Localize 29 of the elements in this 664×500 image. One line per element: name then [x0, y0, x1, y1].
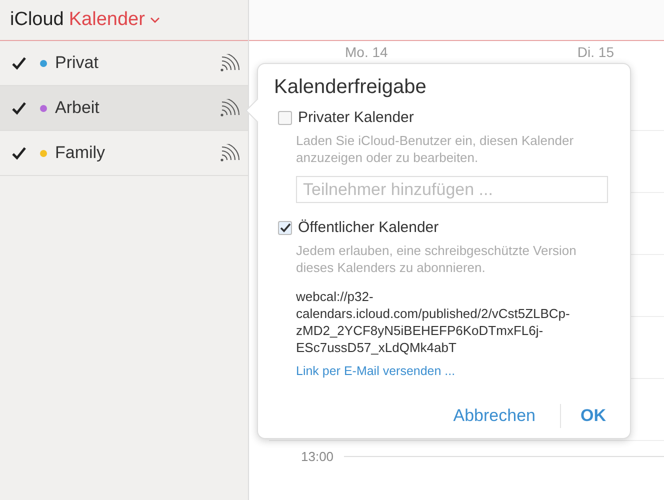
- calendar-name: Family: [55, 143, 106, 163]
- popover-title: Kalenderfreigabe: [274, 76, 428, 99]
- app-brand: iCloud: [10, 9, 64, 31]
- email-link[interactable]: Link per E-Mail versenden ...: [296, 364, 456, 378]
- participant-field[interactable]: Teilnehmer hinzufügen ...: [296, 176, 608, 203]
- ok-button[interactable]: OK: [580, 404, 606, 428]
- day-header: Di. 15: [577, 44, 614, 62]
- checkbox-label: Öffentlicher Kalender: [298, 219, 439, 236]
- cancel-button[interactable]: Abbrechen: [453, 404, 536, 428]
- checkmark-icon: [12, 146, 26, 160]
- checkmark-icon: [12, 102, 26, 114]
- time-label: 13:00: [301, 449, 334, 464]
- broadcast-icon[interactable]: [220, 144, 240, 162]
- description: Jedem erlauben, eine schreibgeschützte Version dieses Kalenders zu abonnieren.: [296, 242, 578, 276]
- description: Laden Sie iCloud-Benutzer ein, diesen Kalender anzuzeigen oder zu bearbeiten.: [296, 132, 575, 166]
- checkbox[interactable]: [278, 110, 292, 124]
- checkbox[interactable]: [278, 220, 292, 234]
- day-header: Mo. 14: [345, 44, 388, 62]
- checkmark-icon: [12, 56, 26, 70]
- app-name[interactable]: Kalender: [68, 9, 145, 31]
- calendar-item[interactable]: Arbeit: [0, 86, 248, 131]
- checkbox-label: Privater Kalender: [298, 109, 414, 126]
- broadcast-icon[interactable]: [220, 54, 240, 72]
- broadcast-icon[interactable]: [220, 99, 240, 117]
- calendar-name: Privat: [55, 53, 98, 73]
- chevron-down-icon[interactable]: [150, 16, 160, 24]
- webcal-url: webcal://p32-calendars.icloud.com/published/2/vCst5ZLBCp-zMD2_2YCF8yN5iBEHEFP6KoDTmxFL6j-ESc7ussD57_xLdQMk4abT: [296, 288, 571, 356]
- calendar-item[interactable]: Family: [0, 131, 248, 176]
- calendar-name: Arbeit: [55, 98, 100, 118]
